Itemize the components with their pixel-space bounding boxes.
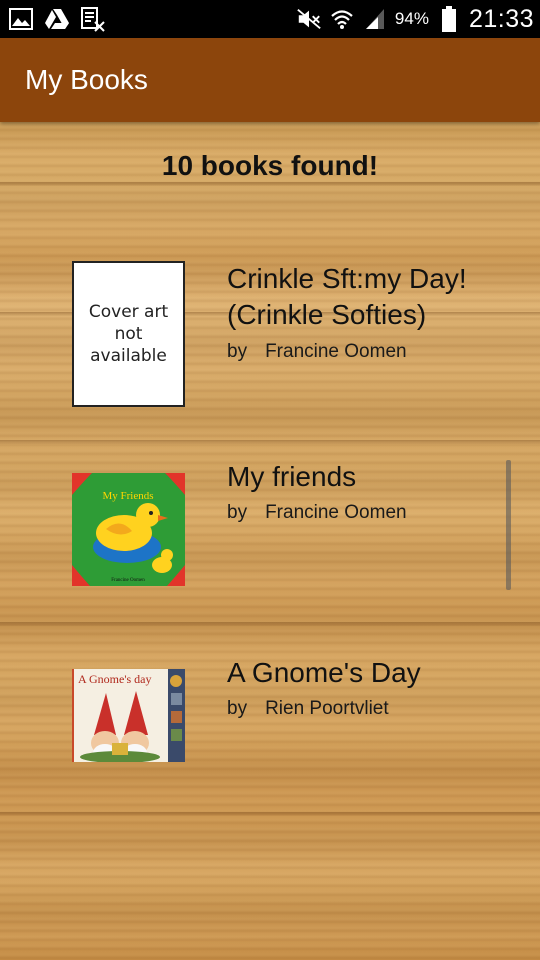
wood-seam xyxy=(0,182,540,186)
by-label: by xyxy=(227,341,248,362)
cover-author: Francine Oomen xyxy=(111,578,145,583)
status-bar: 94% 21:33 xyxy=(0,0,540,38)
cover-title: My Friends xyxy=(102,490,153,502)
book-list-item[interactable]: My Friends Francine Oomen My friends by F… xyxy=(0,459,540,586)
reader-icon xyxy=(80,6,106,32)
battery-icon xyxy=(436,6,462,32)
book-list-item[interactable]: Cover art not available Crinkle Sft:my D… xyxy=(0,261,540,411)
drive-icon xyxy=(44,6,70,32)
cover-title: A Gnome's day xyxy=(78,672,152,686)
app-title: My Books xyxy=(25,64,148,95)
book-cover: A Gnome's day xyxy=(72,669,185,762)
cover-placeholder: Cover art not available xyxy=(72,261,185,407)
book-title: Crinkle Sft:my Day! (Crinkle Softies) xyxy=(227,263,467,330)
author-name: Francine Oomen xyxy=(265,502,407,523)
signal-icon xyxy=(362,6,388,32)
gallery-icon xyxy=(8,6,34,32)
by-label: by xyxy=(227,698,248,719)
book-title: My friends xyxy=(227,461,357,492)
mute-icon xyxy=(296,6,322,32)
results-count: 10 books found! xyxy=(161,150,379,181)
app-bar: My Books xyxy=(0,38,540,122)
cover-art-gnomes-day: A Gnome's day xyxy=(72,669,185,762)
book-cover: Cover art not available xyxy=(72,261,185,407)
book-cover: My Friends Francine Oomen xyxy=(72,473,185,586)
wifi-icon xyxy=(329,6,355,32)
scrollbar[interactable] xyxy=(506,460,511,590)
clock: 21:33 xyxy=(468,4,534,33)
battery-percent: 94% xyxy=(394,9,429,28)
wood-seam xyxy=(0,812,540,816)
cover-art-my-friends: My Friends Francine Oomen xyxy=(72,473,185,586)
book-list-screen[interactable]: 10 books found! Cover art not available … xyxy=(0,122,540,960)
book-author: by Rien Poortvliet xyxy=(227,698,389,720)
author-name: Francine Oomen xyxy=(265,341,407,362)
wood-seam xyxy=(0,440,540,444)
book-author: by Francine Oomen xyxy=(227,341,407,363)
author-name: Rien Poortvliet xyxy=(265,698,389,719)
book-author: by Francine Oomen xyxy=(227,502,407,524)
book-list-item[interactable]: A Gnome's day A Gnome's Day by Rien Poort… xyxy=(0,655,540,765)
by-label: by xyxy=(227,502,248,523)
wood-seam xyxy=(0,622,540,626)
book-title: A Gnome's Day xyxy=(227,657,421,688)
